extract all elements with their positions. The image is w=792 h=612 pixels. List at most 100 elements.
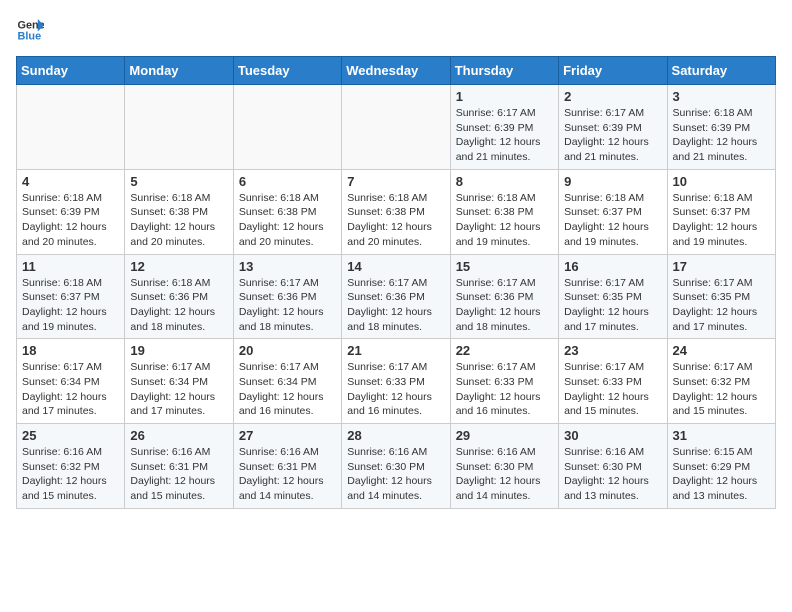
calendar-table: SundayMondayTuesdayWednesdayThursdayFrid… bbox=[16, 56, 776, 509]
day-info: Sunrise: 6:16 AM Sunset: 6:31 PM Dayligh… bbox=[239, 445, 336, 504]
day-number: 13 bbox=[239, 259, 336, 274]
svg-text:Blue: Blue bbox=[18, 30, 42, 42]
dow-header: Monday bbox=[125, 57, 233, 85]
dow-header: Friday bbox=[559, 57, 667, 85]
calendar-cell: 30 Sunrise: 6:16 AM Sunset: 6:30 PM Dayli… bbox=[559, 424, 667, 509]
day-number: 17 bbox=[673, 259, 770, 274]
calendar-cell: 1 Sunrise: 6:17 AM Sunset: 6:39 PM Daylig… bbox=[450, 85, 558, 170]
day-number: 7 bbox=[347, 174, 444, 189]
day-number: 19 bbox=[130, 343, 227, 358]
dow-header: Sunday bbox=[17, 57, 125, 85]
day-number: 2 bbox=[564, 89, 661, 104]
calendar-week-row: 1 Sunrise: 6:17 AM Sunset: 6:39 PM Daylig… bbox=[17, 85, 776, 170]
calendar-cell: 18Sunrise: 6:17 AM Sunset: 6:34 PM Dayli… bbox=[17, 339, 125, 424]
day-number: 25 bbox=[22, 428, 119, 443]
calendar-week-row: 4 Sunrise: 6:18 AM Sunset: 6:39 PM Daylig… bbox=[17, 169, 776, 254]
day-info: Sunrise: 6:17 AM Sunset: 6:39 PM Dayligh… bbox=[456, 106, 553, 165]
calendar-cell: 26Sunrise: 6:16 AM Sunset: 6:31 PM Dayli… bbox=[125, 424, 233, 509]
calendar-cell: 23Sunrise: 6:17 AM Sunset: 6:33 PM Dayli… bbox=[559, 339, 667, 424]
day-number: 10 bbox=[673, 174, 770, 189]
day-info: Sunrise: 6:18 AM Sunset: 6:38 PM Dayligh… bbox=[347, 191, 444, 250]
calendar-cell: 15 Sunrise: 6:17 AM Sunset: 6:36 PM Dayli… bbox=[450, 254, 558, 339]
day-number: 23 bbox=[564, 343, 661, 358]
day-info: Sunrise: 6:17 AM Sunset: 6:34 PM Dayligh… bbox=[239, 360, 336, 419]
calendar-cell bbox=[125, 85, 233, 170]
day-number: 3 bbox=[673, 89, 770, 104]
calendar-cell: 12 Sunrise: 6:18 AM Sunset: 6:36 PM Dayli… bbox=[125, 254, 233, 339]
day-number: 30 bbox=[564, 428, 661, 443]
dow-header: Tuesday bbox=[233, 57, 341, 85]
calendar-cell: 11Sunrise: 6:18 AM Sunset: 6:37 PM Dayli… bbox=[17, 254, 125, 339]
day-number: 6 bbox=[239, 174, 336, 189]
day-info: Sunrise: 6:18 AM Sunset: 6:36 PM Dayligh… bbox=[130, 276, 227, 335]
day-info: Sunrise: 6:18 AM Sunset: 6:38 PM Dayligh… bbox=[456, 191, 553, 250]
calendar-cell: 21 Sunrise: 6:17 AM Sunset: 6:33 PM Dayli… bbox=[342, 339, 450, 424]
day-info: Sunrise: 6:17 AM Sunset: 6:33 PM Dayligh… bbox=[347, 360, 444, 419]
day-info: Sunrise: 6:17 AM Sunset: 6:36 PM Dayligh… bbox=[347, 276, 444, 335]
day-number: 24 bbox=[673, 343, 770, 358]
day-info: Sunrise: 6:18 AM Sunset: 6:38 PM Dayligh… bbox=[239, 191, 336, 250]
calendar-cell bbox=[17, 85, 125, 170]
day-number: 9 bbox=[564, 174, 661, 189]
day-number: 1 bbox=[456, 89, 553, 104]
calendar-cell: 17 Sunrise: 6:17 AM Sunset: 6:35 PM Dayli… bbox=[667, 254, 775, 339]
day-info: Sunrise: 6:17 AM Sunset: 6:34 PM Dayligh… bbox=[130, 360, 227, 419]
day-info: Sunrise: 6:15 AM Sunset: 6:29 PM Dayligh… bbox=[673, 445, 770, 504]
day-info: Sunrise: 6:16 AM Sunset: 6:30 PM Dayligh… bbox=[456, 445, 553, 504]
day-info: Sunrise: 6:18 AM Sunset: 6:37 PM Dayligh… bbox=[22, 276, 119, 335]
day-info: Sunrise: 6:18 AM Sunset: 6:37 PM Dayligh… bbox=[564, 191, 661, 250]
calendar-cell: 7 Sunrise: 6:18 AM Sunset: 6:38 PM Daylig… bbox=[342, 169, 450, 254]
day-info: Sunrise: 6:17 AM Sunset: 6:34 PM Dayligh… bbox=[22, 360, 119, 419]
calendar-cell: 14 Sunrise: 6:17 AM Sunset: 6:36 PM Dayli… bbox=[342, 254, 450, 339]
calendar-cell: 22 Sunrise: 6:17 AM Sunset: 6:33 PM Dayli… bbox=[450, 339, 558, 424]
calendar-cell: 2 Sunrise: 6:17 AM Sunset: 6:39 PM Daylig… bbox=[559, 85, 667, 170]
calendar-cell: 31 Sunrise: 6:15 AM Sunset: 6:29 PM Dayli… bbox=[667, 424, 775, 509]
calendar-cell: 24 Sunrise: 6:17 AM Sunset: 6:32 PM Dayli… bbox=[667, 339, 775, 424]
logo-icon: General Blue bbox=[16, 16, 44, 44]
day-info: Sunrise: 6:18 AM Sunset: 6:38 PM Dayligh… bbox=[130, 191, 227, 250]
day-number: 15 bbox=[456, 259, 553, 274]
day-number: 4 bbox=[22, 174, 119, 189]
day-number: 21 bbox=[347, 343, 444, 358]
day-number: 12 bbox=[130, 259, 227, 274]
calendar-cell: 10 Sunrise: 6:18 AM Sunset: 6:37 PM Dayli… bbox=[667, 169, 775, 254]
day-number: 14 bbox=[347, 259, 444, 274]
day-info: Sunrise: 6:17 AM Sunset: 6:32 PM Dayligh… bbox=[673, 360, 770, 419]
calendar-cell bbox=[342, 85, 450, 170]
day-info: Sunrise: 6:17 AM Sunset: 6:36 PM Dayligh… bbox=[239, 276, 336, 335]
calendar-cell: 6 Sunrise: 6:18 AM Sunset: 6:38 PM Daylig… bbox=[233, 169, 341, 254]
day-number: 31 bbox=[673, 428, 770, 443]
calendar-cell: 16 Sunrise: 6:17 AM Sunset: 6:35 PM Dayli… bbox=[559, 254, 667, 339]
calendar-cell: 5 Sunrise: 6:18 AM Sunset: 6:38 PM Daylig… bbox=[125, 169, 233, 254]
calendar-week-row: 18Sunrise: 6:17 AM Sunset: 6:34 PM Dayli… bbox=[17, 339, 776, 424]
calendar-cell: 3Sunrise: 6:18 AM Sunset: 6:39 PM Daylig… bbox=[667, 85, 775, 170]
calendar-cell: 27 Sunrise: 6:16 AM Sunset: 6:31 PM Dayli… bbox=[233, 424, 341, 509]
dow-header: Thursday bbox=[450, 57, 558, 85]
day-info: Sunrise: 6:17 AM Sunset: 6:39 PM Dayligh… bbox=[564, 106, 661, 165]
day-info: Sunrise: 6:16 AM Sunset: 6:32 PM Dayligh… bbox=[22, 445, 119, 504]
day-number: 28 bbox=[347, 428, 444, 443]
day-number: 5 bbox=[130, 174, 227, 189]
day-info: Sunrise: 6:16 AM Sunset: 6:30 PM Dayligh… bbox=[564, 445, 661, 504]
dow-header: Wednesday bbox=[342, 57, 450, 85]
day-number: 16 bbox=[564, 259, 661, 274]
header: General Blue bbox=[16, 16, 776, 44]
day-number: 27 bbox=[239, 428, 336, 443]
calendar-cell: 29 Sunrise: 6:16 AM Sunset: 6:30 PM Dayli… bbox=[450, 424, 558, 509]
day-info: Sunrise: 6:16 AM Sunset: 6:30 PM Dayligh… bbox=[347, 445, 444, 504]
calendar-cell: 9 Sunrise: 6:18 AM Sunset: 6:37 PM Daylig… bbox=[559, 169, 667, 254]
dow-header: Saturday bbox=[667, 57, 775, 85]
day-info: Sunrise: 6:17 AM Sunset: 6:33 PM Dayligh… bbox=[456, 360, 553, 419]
day-info: Sunrise: 6:18 AM Sunset: 6:37 PM Dayligh… bbox=[673, 191, 770, 250]
day-info: Sunrise: 6:18 AM Sunset: 6:39 PM Dayligh… bbox=[22, 191, 119, 250]
day-info: Sunrise: 6:17 AM Sunset: 6:35 PM Dayligh… bbox=[564, 276, 661, 335]
day-info: Sunrise: 6:17 AM Sunset: 6:35 PM Dayligh… bbox=[673, 276, 770, 335]
calendar-cell: 4 Sunrise: 6:18 AM Sunset: 6:39 PM Daylig… bbox=[17, 169, 125, 254]
calendar-cell: 19 Sunrise: 6:17 AM Sunset: 6:34 PM Dayli… bbox=[125, 339, 233, 424]
day-info: Sunrise: 6:17 AM Sunset: 6:36 PM Dayligh… bbox=[456, 276, 553, 335]
day-number: 22 bbox=[456, 343, 553, 358]
day-number: 29 bbox=[456, 428, 553, 443]
calendar-week-row: 11Sunrise: 6:18 AM Sunset: 6:37 PM Dayli… bbox=[17, 254, 776, 339]
calendar-week-row: 25 Sunrise: 6:16 AM Sunset: 6:32 PM Dayli… bbox=[17, 424, 776, 509]
day-number: 20 bbox=[239, 343, 336, 358]
